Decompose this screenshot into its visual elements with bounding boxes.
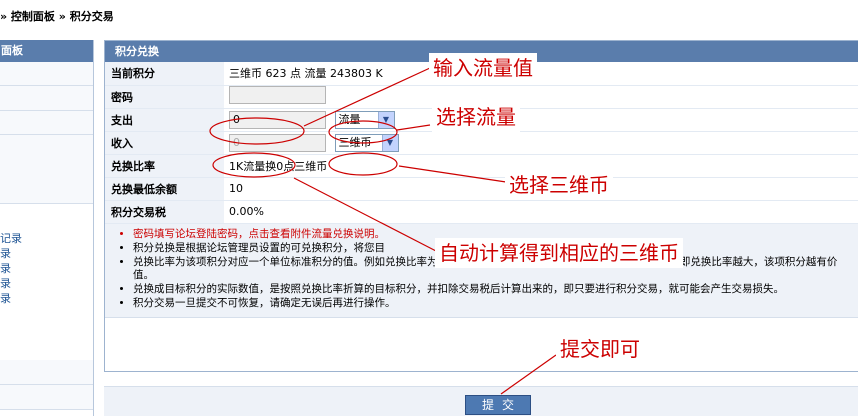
tip-item: 兑换成目标积分的实际数值，是按照兑换比率折算的目标积分，并扣除交易税后计算出来的… <box>133 283 853 296</box>
row-income: 收入 0 三维币 ▼ <box>105 131 858 155</box>
sidebar-block <box>0 385 93 410</box>
row-min-balance: 兑换最低余额 10 <box>105 177 858 201</box>
income-select-value: 三维币 <box>338 135 372 149</box>
sidebar-link[interactable]: 录 <box>0 261 93 276</box>
income-cell: 0 三维币 ▼ <box>224 131 858 155</box>
current-credits-label: 当前积分 <box>105 62 224 86</box>
annotation-select-traffic: 选择流量 <box>432 102 520 132</box>
sidebar-link[interactable]: 录 <box>0 246 93 261</box>
breadcrumb-control-panel[interactable]: » 控制面板 <box>0 8 55 24</box>
expense-select-value: 流量 <box>338 112 361 126</box>
breadcrumb-credit-trade: » 积分交易 <box>58 10 114 23</box>
annotation-input-traffic: 输入流量值 <box>429 53 537 83</box>
row-ratio: 兑换比率 1K流量换0点三维币 <box>105 154 858 178</box>
annotation-select-coin: 选择三维币 <box>505 170 613 200</box>
chevron-down-icon: ▼ <box>381 134 398 151</box>
row-tax: 积分交易税 0.00% <box>105 200 858 224</box>
sidebar-footer <box>0 360 93 416</box>
password-cell <box>224 85 858 109</box>
sidebar-header: 面板 <box>0 40 93 62</box>
sidebar-links: 记录 录 录 录 录 <box>0 204 93 306</box>
current-credits-value: 三维币 623 点 流量 243803 K <box>224 62 858 86</box>
annotation-submit-hint: 提交即可 <box>556 334 644 364</box>
sidebar: 面板 记录 录 录 录 录 <box>0 40 94 416</box>
expense-label: 支出 <box>105 108 224 132</box>
sidebar-block <box>0 86 93 111</box>
breadcrumb: » 控制面板 » 积分交易 <box>0 8 114 24</box>
password-input[interactable] <box>229 86 326 104</box>
chevron-down-icon: ▼ <box>377 111 394 128</box>
expense-amount-input[interactable]: 0 <box>229 110 326 129</box>
exchange-form: 当前积分 三维币 623 点 流量 243803 K 密码 支出 0 流量 ▼ … <box>105 62 858 224</box>
tax-value: 0.00% <box>224 200 858 224</box>
sidebar-link[interactable]: 录 <box>0 276 93 291</box>
sidebar-block <box>0 135 93 204</box>
submit-button[interactable]: 提交 <box>465 395 531 415</box>
sidebar-block <box>0 360 93 385</box>
sidebar-block <box>0 111 93 135</box>
tip-item: 积分交易一旦提交不可恢复，请确定无误后再进行操作。 <box>133 297 853 310</box>
min-balance-label: 兑换最低余额 <box>105 177 224 201</box>
income-amount-input: 0 <box>229 133 326 152</box>
tax-label: 积分交易税 <box>105 200 224 224</box>
sidebar-link[interactable]: 录 <box>0 291 93 306</box>
credit-exchange-panel: 积分兑换 当前积分 三维币 623 点 流量 243803 K 密码 支出 0 … <box>104 40 858 372</box>
submit-bar: 提交 <box>104 386 858 416</box>
ratio-label: 兑换比率 <box>105 154 224 178</box>
sidebar-link[interactable]: 记录 <box>0 231 93 246</box>
password-label: 密码 <box>105 85 224 109</box>
income-label: 收入 <box>105 131 224 155</box>
sidebar-block <box>0 62 93 86</box>
expense-credit-select[interactable]: 流量 ▼ <box>334 110 395 129</box>
annotation-auto-calc: 自动计算得到相应的三维币 <box>435 238 683 268</box>
income-credit-select[interactable]: 三维币 ▼ <box>334 133 399 152</box>
expense-cell: 0 流量 ▼ <box>224 108 858 132</box>
